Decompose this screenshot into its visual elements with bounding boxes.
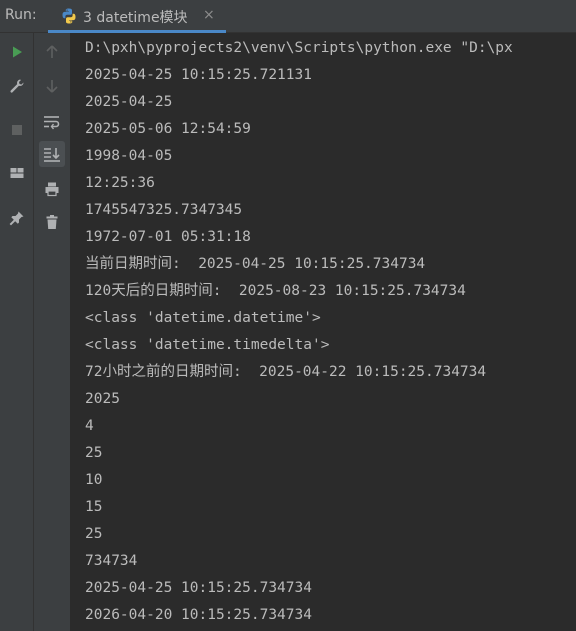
- stop-button[interactable]: [4, 117, 30, 143]
- close-icon[interactable]: ×: [203, 7, 215, 23]
- console-line: 当前日期时间: 2025-04-25 10:15:25.734734: [85, 256, 426, 272]
- soft-wrap-button[interactable]: [39, 109, 65, 135]
- pin-tab-button[interactable]: [4, 205, 30, 231]
- console-line: 1972-07-01 05:31:18: [85, 229, 251, 245]
- console-line: 120天后的日期时间: 2025-08-23 10:15:25.734734: [85, 283, 466, 299]
- rerun-icon: [13, 46, 22, 58]
- console-line: 10: [85, 472, 103, 488]
- console-line: <class 'datetime.timedelta'>: [85, 337, 330, 353]
- soft-wrap-icon: [44, 116, 60, 130]
- arrow-up-icon: [46, 45, 58, 58]
- scroll-to-end-button[interactable]: [39, 141, 65, 167]
- tab-label: 3 datetime模块: [83, 10, 188, 26]
- console-line: 2026-04-20 10:15:25.734734: [85, 607, 312, 623]
- scroll-to-end-icon: [44, 148, 60, 162]
- print-icon: [45, 182, 59, 197]
- console-line: 2025: [85, 391, 120, 407]
- console-line: 72小时之前的日期时间: 2025-04-22 10:15:25.734734: [85, 364, 487, 380]
- console-actions-toolbar: [34, 33, 71, 631]
- wrench-icon: [10, 79, 24, 93]
- clear-all-button[interactable]: [39, 209, 65, 235]
- run-header: Run: 3 datetime模块 ×: [0, 0, 576, 33]
- run-actions-toolbar: [0, 33, 34, 631]
- settings-button[interactable]: [4, 73, 30, 99]
- stop-icon: [12, 125, 22, 135]
- layout-icon: [10, 168, 24, 178]
- console-line: 25: [85, 445, 103, 461]
- console-line: D:\pxh\pyprojects2\venv\Scripts\python.e…: [85, 40, 513, 56]
- console-line: 2025-04-25: [85, 94, 173, 110]
- rerun-button[interactable]: [4, 39, 30, 65]
- console-line: 2025-04-25 10:15:25.721131: [85, 67, 312, 83]
- console-line: 4: [85, 418, 94, 434]
- console-line: 2025-05-06 12:54:59: [85, 121, 251, 137]
- console-line: 25: [85, 526, 103, 542]
- console-output[interactable]: D:\pxh\pyprojects2\venv\Scripts\python.e…: [71, 33, 576, 631]
- run-tool-window: Run: 3 datetime模块 × D:\pxh\pyprojects2\v…: [0, 0, 576, 631]
- console-line: 1998-04-05: [85, 148, 173, 164]
- arrow-down-icon: [46, 80, 58, 93]
- console-line: 1745547325.7347345: [85, 202, 243, 218]
- trash-icon: [46, 215, 58, 229]
- console-line: 15: [85, 499, 103, 515]
- next-occurrence-button[interactable]: [39, 73, 65, 99]
- print-button[interactable]: [39, 176, 65, 202]
- console-line: <class 'datetime.datetime'>: [85, 310, 321, 326]
- console-line: 734734: [85, 553, 138, 569]
- layout-button[interactable]: [4, 160, 30, 186]
- run-label: Run:: [5, 7, 37, 23]
- console-line: 12:25:36: [85, 175, 155, 191]
- previous-occurrence-button[interactable]: [39, 39, 65, 65]
- pin-icon: [9, 211, 24, 226]
- console-line: 2025-04-25 10:15:25.734734: [85, 580, 312, 596]
- python-icon: [60, 7, 78, 25]
- tab-datetime-module[interactable]: 3 datetime模块 ×: [48, 0, 226, 33]
